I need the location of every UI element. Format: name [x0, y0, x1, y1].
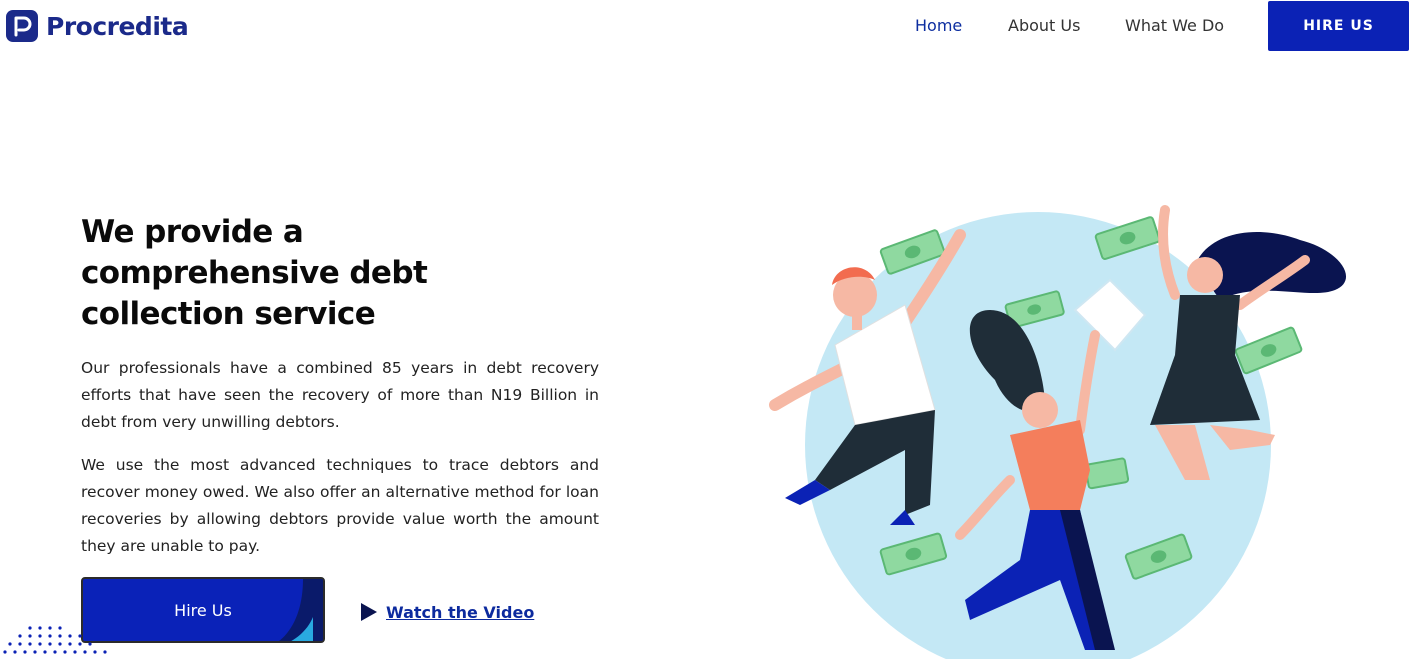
- brand-logo[interactable]: Procredita: [6, 10, 189, 42]
- nav-about-us[interactable]: About Us: [1008, 16, 1080, 35]
- p-logo-icon: [6, 10, 38, 42]
- button-decoration: [279, 579, 323, 641]
- watch-video-link[interactable]: Watch the Video: [386, 603, 534, 622]
- hire-us-header-button[interactable]: HIRE US: [1268, 1, 1409, 51]
- hire-us-button-label: Hire Us: [174, 600, 232, 620]
- hero-paragraph-2: We use the most advanced techniques to t…: [81, 456, 599, 555]
- hero-paragraph-1: Our professionals have a combined 85 yea…: [81, 359, 599, 431]
- nav-what-we-do[interactable]: What We Do: [1125, 16, 1224, 35]
- brand-name: Procredita: [46, 11, 189, 41]
- nav-home[interactable]: Home: [915, 16, 962, 35]
- dot-pattern-decoration: [3, 626, 107, 654]
- hero-illustration: [769, 205, 1347, 659]
- watch-video[interactable]: Watch the Video: [360, 602, 534, 622]
- play-icon: [361, 603, 377, 621]
- hero-title: We provide a comprehensive debt collecti…: [81, 214, 428, 332]
